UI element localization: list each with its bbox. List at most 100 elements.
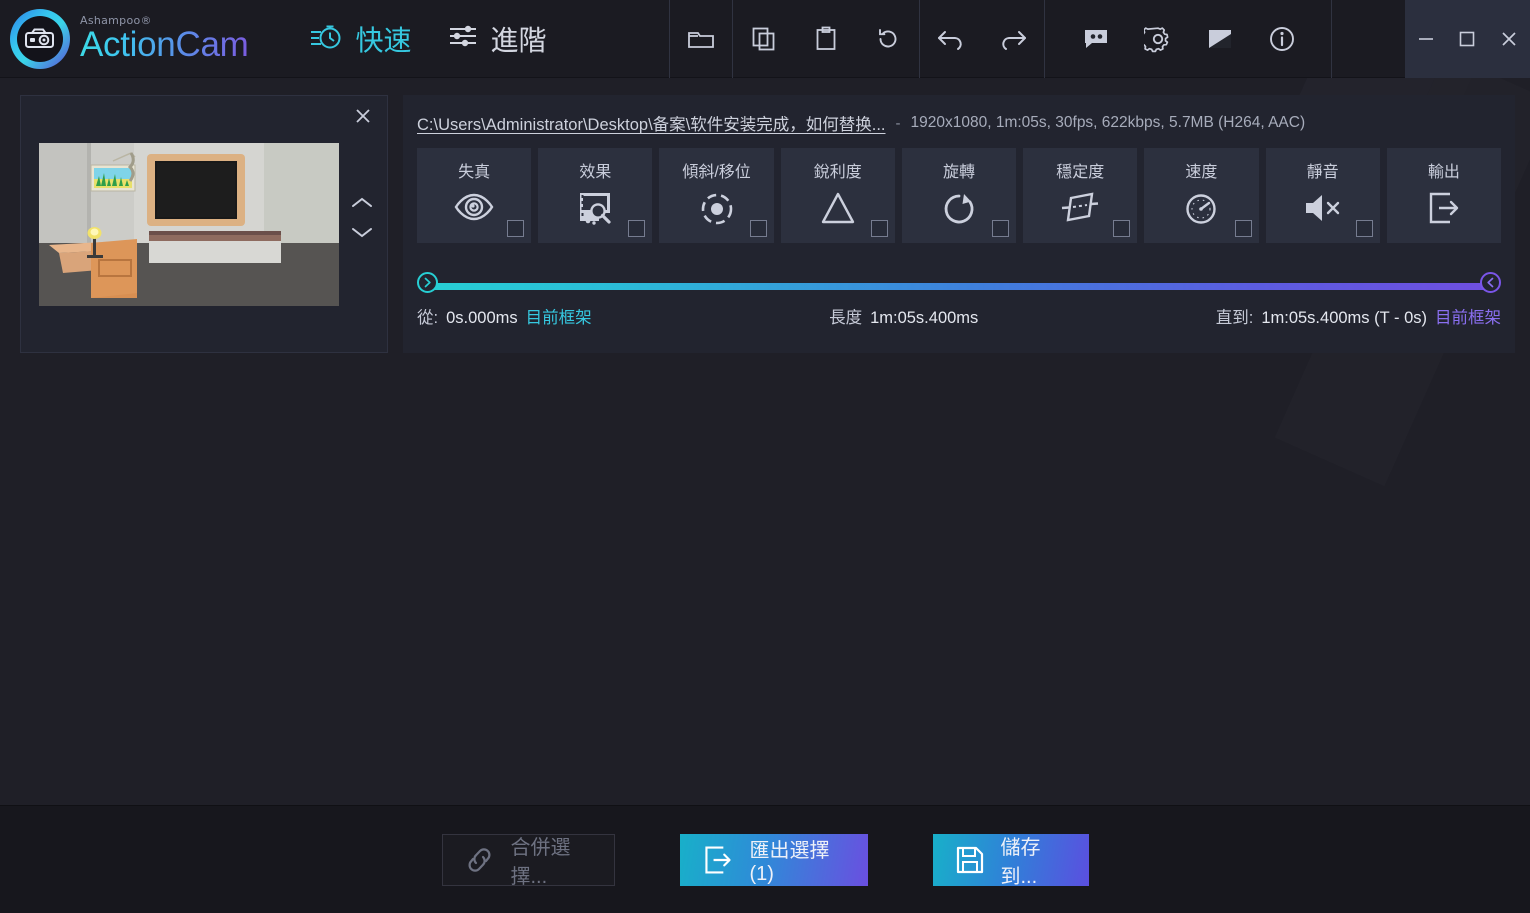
save-to-label: 儲存到... bbox=[1000, 836, 1041, 888]
brand-name: ActionCam bbox=[80, 25, 249, 64]
timeline-to: 直到: 1m:05s.400ms (T - 0s) 目前框架 bbox=[1216, 304, 1501, 328]
chevron-right-icon bbox=[424, 277, 431, 288]
merge-selection-label: 合併選擇... bbox=[510, 836, 571, 888]
export-icon bbox=[702, 844, 734, 876]
clip-close-icon[interactable] bbox=[349, 102, 377, 130]
toolbar-group-history bbox=[920, 0, 1044, 78]
effect-label: 旋轉 bbox=[942, 164, 975, 181]
effect-label: 傾斜/移位 bbox=[682, 164, 751, 181]
toolbar-divider bbox=[1043, 0, 1045, 78]
effect-checkbox[interactable] bbox=[628, 220, 646, 237]
chevron-left-icon bbox=[1487, 277, 1494, 288]
clip-reorder-controls bbox=[349, 196, 375, 244]
effect-effects[interactable]: 效果 bbox=[538, 148, 653, 243]
gear-button[interactable] bbox=[1127, 0, 1189, 78]
close-button[interactable] bbox=[1489, 0, 1529, 78]
effect-label: 輸出 bbox=[1427, 164, 1460, 181]
fisheye-icon bbox=[453, 191, 495, 228]
mode-switcher: 快速 進階 bbox=[310, 19, 547, 59]
effect-checkbox[interactable] bbox=[1113, 220, 1131, 237]
theme-button[interactable] bbox=[1189, 0, 1251, 78]
export-selection-button[interactable]: 匯出選擇 (1) bbox=[679, 833, 868, 886]
effect-checkbox[interactable] bbox=[749, 220, 767, 237]
file-path-link[interactable]: C:\Users\Administrator\Desktop\备案\软件安装完成… bbox=[417, 111, 886, 135]
sharpen-icon bbox=[819, 191, 857, 230]
timeline-length: 長度 1m:05s.400ms bbox=[829, 304, 978, 328]
file-info-separator: - bbox=[895, 114, 901, 132]
save-icon bbox=[955, 845, 985, 875]
effect-export[interactable]: 輸出 bbox=[1386, 148, 1501, 243]
editor-panel: C:\Users\Administrator\Desktop\备案\软件安装完成… bbox=[403, 95, 1515, 353]
stopwatch-icon bbox=[310, 21, 342, 56]
redo-button[interactable] bbox=[982, 0, 1044, 78]
effect-label: 銳利度 bbox=[813, 164, 862, 181]
effect-label: 靜音 bbox=[1306, 164, 1339, 181]
open-folder-button[interactable] bbox=[670, 0, 732, 78]
reset-button[interactable] bbox=[857, 0, 919, 78]
undo-button[interactable] bbox=[920, 0, 982, 78]
timeline-from-current-frame-link[interactable]: 目前框架 bbox=[526, 304, 592, 328]
timeline-to-value: 1m:05s.400ms (T - 0s) bbox=[1261, 309, 1427, 327]
timeline-to-current-frame-link[interactable]: 目前框架 bbox=[1435, 304, 1501, 328]
toolbar-group-file bbox=[670, 0, 732, 78]
rotate-icon bbox=[940, 191, 978, 232]
chevron-down-icon[interactable] bbox=[351, 226, 373, 244]
effect-label: 穩定度 bbox=[1056, 164, 1105, 181]
timeline-slider[interactable] bbox=[417, 272, 1501, 297]
feedback-button[interactable] bbox=[1065, 0, 1127, 78]
file-info-row: C:\Users\Administrator\Desktop\备案\软件安装完成… bbox=[417, 109, 1505, 137]
effect-checkbox[interactable] bbox=[870, 220, 888, 237]
app-logo: Ashampoo® ActionCam bbox=[0, 8, 249, 69]
effect-checkbox[interactable] bbox=[1355, 220, 1373, 237]
effect-stabilization[interactable]: 穩定度 bbox=[1023, 148, 1138, 243]
stabilize-icon bbox=[1059, 191, 1101, 228]
copy-button[interactable] bbox=[733, 0, 795, 78]
mode-quick-label: 快速 bbox=[355, 24, 412, 56]
mute-icon bbox=[1302, 191, 1344, 230]
timeline-length-value: 1m:05s.400ms bbox=[870, 309, 979, 327]
effect-rotate[interactable]: 旋轉 bbox=[901, 148, 1017, 243]
paste-button[interactable] bbox=[795, 0, 857, 78]
timeline-length-key: 長度 bbox=[829, 309, 863, 327]
mode-advanced-label: 進階 bbox=[490, 24, 547, 56]
timeline-to-key: 直到: bbox=[1215, 309, 1254, 327]
timeline-track[interactable] bbox=[427, 283, 1491, 290]
export-icon bbox=[1426, 191, 1462, 230]
save-to-button[interactable]: 儲存到... bbox=[932, 833, 1089, 888]
link-icon bbox=[465, 846, 495, 874]
file-metadata: 1920x1080, 1m:05s, 30fps, 622kbps, 5.7MB… bbox=[910, 114, 1306, 131]
effect-label: 速度 bbox=[1185, 164, 1218, 181]
clip-panel bbox=[20, 95, 388, 353]
timeline-handle-start[interactable] bbox=[417, 272, 438, 293]
effect-checkbox[interactable] bbox=[507, 220, 525, 237]
effect-label: 失真 bbox=[458, 164, 491, 181]
timeline-from-key: 從: bbox=[417, 309, 439, 327]
bottom-action-bar: 合併選擇... 匯出選擇 (1) 儲存到... bbox=[0, 805, 1530, 913]
effect-distortion[interactable]: 失真 bbox=[417, 148, 532, 243]
chevron-up-icon[interactable] bbox=[351, 196, 373, 214]
info-button[interactable] bbox=[1251, 0, 1313, 78]
effect-checkbox[interactable] bbox=[992, 220, 1010, 237]
window-controls bbox=[1405, 0, 1530, 78]
mode-advanced[interactable]: 進階 bbox=[448, 19, 547, 59]
effect-mute[interactable]: 靜音 bbox=[1265, 148, 1380, 243]
merge-selection-button[interactable]: 合併選擇... bbox=[441, 833, 615, 888]
effect-tilt-shift[interactable]: 傾斜/移位 bbox=[659, 148, 774, 243]
timeline-from-value: 0s.000ms bbox=[446, 309, 518, 327]
logo-mark-icon bbox=[10, 8, 70, 69]
sliders-icon bbox=[448, 23, 478, 54]
maximize-button[interactable] bbox=[1447, 0, 1487, 78]
effect-sharpness[interactable]: 銳利度 bbox=[780, 148, 895, 243]
effect-speed[interactable]: 速度 bbox=[1144, 148, 1259, 243]
effect-label: 效果 bbox=[579, 164, 612, 181]
toolbar-divider bbox=[1330, 0, 1332, 78]
app-window: Ashampoo® ActionCam 快速 進階 C:\Users\Admin… bbox=[0, 0, 1530, 913]
toolbar-group-app bbox=[1065, 0, 1313, 78]
mode-quick[interactable]: 快速 bbox=[310, 19, 412, 59]
speed-icon bbox=[1182, 191, 1220, 232]
timeline-handle-end[interactable] bbox=[1480, 272, 1501, 293]
clip-thumbnail[interactable] bbox=[39, 143, 339, 306]
export-selection-label: 匯出選擇 (1) bbox=[749, 839, 830, 885]
effect-checkbox[interactable] bbox=[1234, 220, 1252, 237]
minimize-button[interactable] bbox=[1406, 0, 1446, 78]
